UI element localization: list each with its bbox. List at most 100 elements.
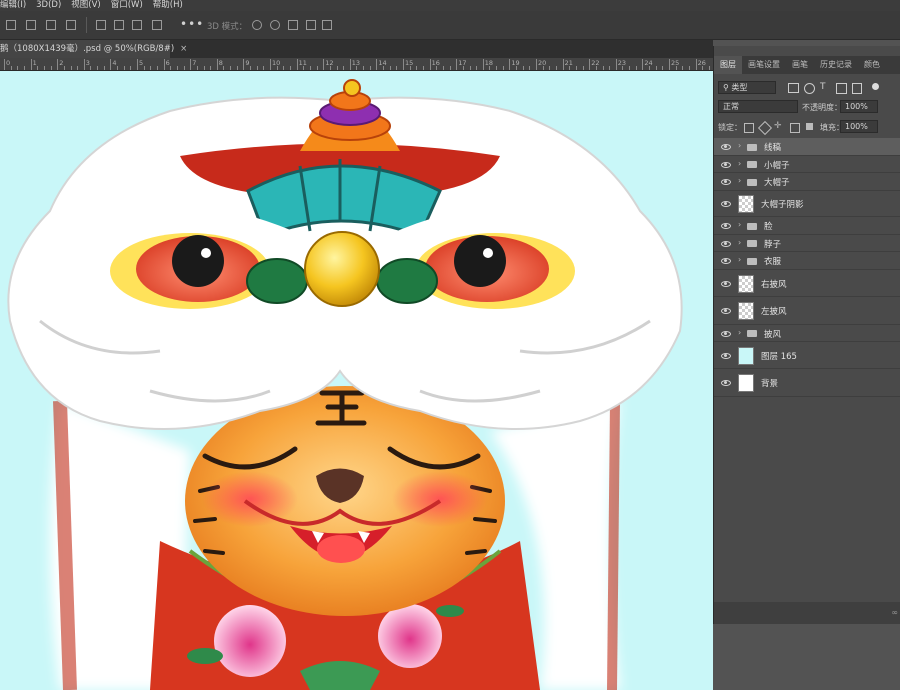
layer-row[interactable]: 右披风	[714, 270, 900, 297]
3d-slide-icon[interactable]	[306, 20, 316, 30]
ruler-subtick	[50, 66, 52, 70]
ruler-subtick	[602, 66, 604, 70]
chevron-right-icon[interactable]: ›	[738, 220, 741, 229]
smart-object-filter-icon[interactable]	[852, 83, 862, 94]
layer-row[interactable]: 背景	[714, 369, 900, 397]
layer-row[interactable]: › 脸	[714, 217, 900, 235]
lock-pixels-icon[interactable]	[757, 120, 773, 136]
layer-thumbnail	[738, 302, 754, 320]
fill-input[interactable]: 100%	[840, 120, 878, 133]
3d-orbit-icon[interactable]	[252, 20, 262, 30]
ruler-subtick	[17, 66, 19, 70]
ruler-tick	[57, 59, 59, 70]
menu-item-2[interactable]: 视图(V)	[71, 0, 100, 11]
distribute-icon[interactable]	[66, 20, 76, 30]
ruler-tick	[30, 59, 32, 70]
layer-row[interactable]: 左披风	[714, 297, 900, 325]
panel-tab-4[interactable]: 颜色	[858, 56, 886, 74]
visibility-eye-icon[interactable]	[721, 380, 731, 386]
layer-row[interactable]: › 脖子	[714, 235, 900, 252]
canvas[interactable]	[0, 71, 713, 690]
ruler-tick	[562, 59, 564, 70]
opacity-input[interactable]: 100%	[840, 100, 878, 113]
align-middle-icon[interactable]	[114, 20, 124, 30]
align-bottom-icon[interactable]	[132, 20, 142, 30]
distribute-vertical-icon[interactable]	[152, 20, 162, 30]
lock-position-icon[interactable]: ✛	[774, 121, 782, 131]
panel-tab-2[interactable]: 画笔	[786, 56, 814, 74]
visibility-eye-icon[interactable]	[721, 179, 731, 185]
folder-icon	[747, 143, 757, 151]
ruler-tick	[482, 59, 484, 70]
3d-roll-icon[interactable]	[270, 20, 280, 30]
chevron-right-icon[interactable]: ›	[738, 238, 741, 247]
3d-camera-icon[interactable]	[322, 20, 332, 30]
document-tab[interactable]: 鹅（1080X1439毫）.psd @ 50%(RGB/8#) ×	[0, 40, 187, 58]
visibility-eye-icon[interactable]	[721, 280, 731, 287]
ruler-subtick	[462, 66, 464, 70]
filter-toggle-icon[interactable]	[872, 83, 879, 90]
visibility-eye-icon[interactable]	[721, 330, 731, 337]
lock-transparent-icon[interactable]	[744, 123, 754, 133]
chevron-right-icon[interactable]: ›	[738, 328, 741, 337]
layer-row[interactable]: 图层 165	[714, 342, 900, 369]
options-bar: ••• 3D 模式：	[0, 11, 900, 40]
layer-row[interactable]: › 线稿	[714, 138, 900, 156]
layer-row[interactable]: 大帽子阴影	[714, 191, 900, 217]
menu-item-4[interactable]: 帮助(H)	[153, 0, 183, 11]
filter-kind-select[interactable]: ⚲ 类型	[718, 81, 776, 94]
panel-tab-1[interactable]: 画笔设置	[742, 56, 786, 74]
chevron-right-icon[interactable]: ›	[738, 141, 741, 150]
menu-item-0[interactable]: 编辑(I)	[0, 0, 26, 11]
link-layers-icon[interactable]: ∞	[891, 608, 898, 617]
menu-item-3[interactable]: 窗口(W)	[111, 0, 143, 11]
ruler-subtick	[156, 66, 158, 70]
panel-tab-0[interactable]: 图层	[714, 56, 742, 74]
align-right-icon[interactable]	[46, 20, 56, 30]
adjustment-filter-icon[interactable]	[804, 83, 815, 94]
layer-name: 小帽子	[764, 160, 790, 171]
opacity-label: 不透明度：	[802, 103, 842, 112]
layer-row[interactable]: › 大帽子	[714, 173, 900, 191]
type-filter-icon[interactable]: T	[820, 82, 826, 92]
layer-row[interactable]: › 衣服	[714, 252, 900, 270]
visibility-eye-icon[interactable]	[721, 308, 731, 314]
close-icon[interactable]: ×	[180, 44, 187, 54]
ruler-subtick	[143, 66, 145, 70]
shape-filter-icon[interactable]	[836, 83, 847, 94]
ruler-subtick	[117, 66, 119, 70]
3d-pan-icon[interactable]	[288, 20, 298, 30]
chevron-right-icon[interactable]: ›	[738, 255, 741, 264]
layer-row[interactable]: › 小帽子	[714, 156, 900, 173]
visibility-eye-icon[interactable]	[721, 240, 731, 247]
visibility-eye-icon[interactable]	[721, 352, 731, 359]
chevron-right-icon[interactable]: ›	[738, 159, 741, 168]
ruler-subtick	[682, 66, 684, 70]
ruler-tick	[243, 59, 245, 70]
more-options-button[interactable]: •••	[180, 17, 204, 31]
panel-footer: ∞	[714, 602, 900, 624]
visibility-eye-icon[interactable]	[721, 201, 731, 207]
chevron-right-icon[interactable]: ›	[738, 176, 741, 185]
ruler-tick	[323, 59, 325, 70]
ruler-subtick	[422, 66, 424, 70]
panel-tab-3[interactable]: 历史记录	[814, 56, 858, 74]
visibility-eye-icon[interactable]	[721, 258, 731, 264]
ruler-tick	[270, 59, 271, 70]
align-left-icon[interactable]	[6, 20, 16, 30]
layer-name: 大帽子	[764, 178, 790, 188]
lock-all-icon[interactable]	[806, 123, 813, 130]
lock-artboard-icon[interactable]	[790, 123, 800, 133]
visibility-eye-icon[interactable]	[721, 161, 731, 168]
ruler-subtick	[283, 66, 285, 70]
ruler-subtick	[97, 66, 99, 70]
pixel-filter-icon[interactable]	[788, 83, 799, 93]
visibility-eye-icon[interactable]	[721, 223, 731, 229]
blend-mode-select[interactable]: 正常	[718, 100, 798, 113]
layer-row[interactable]: › 披风	[714, 325, 900, 342]
align-center-icon[interactable]	[26, 20, 36, 30]
layer-name: 背景	[761, 379, 779, 389]
menu-item-1[interactable]: 3D(D)	[36, 0, 61, 11]
visibility-eye-icon[interactable]	[721, 144, 731, 150]
align-top-icon[interactable]	[96, 20, 106, 30]
